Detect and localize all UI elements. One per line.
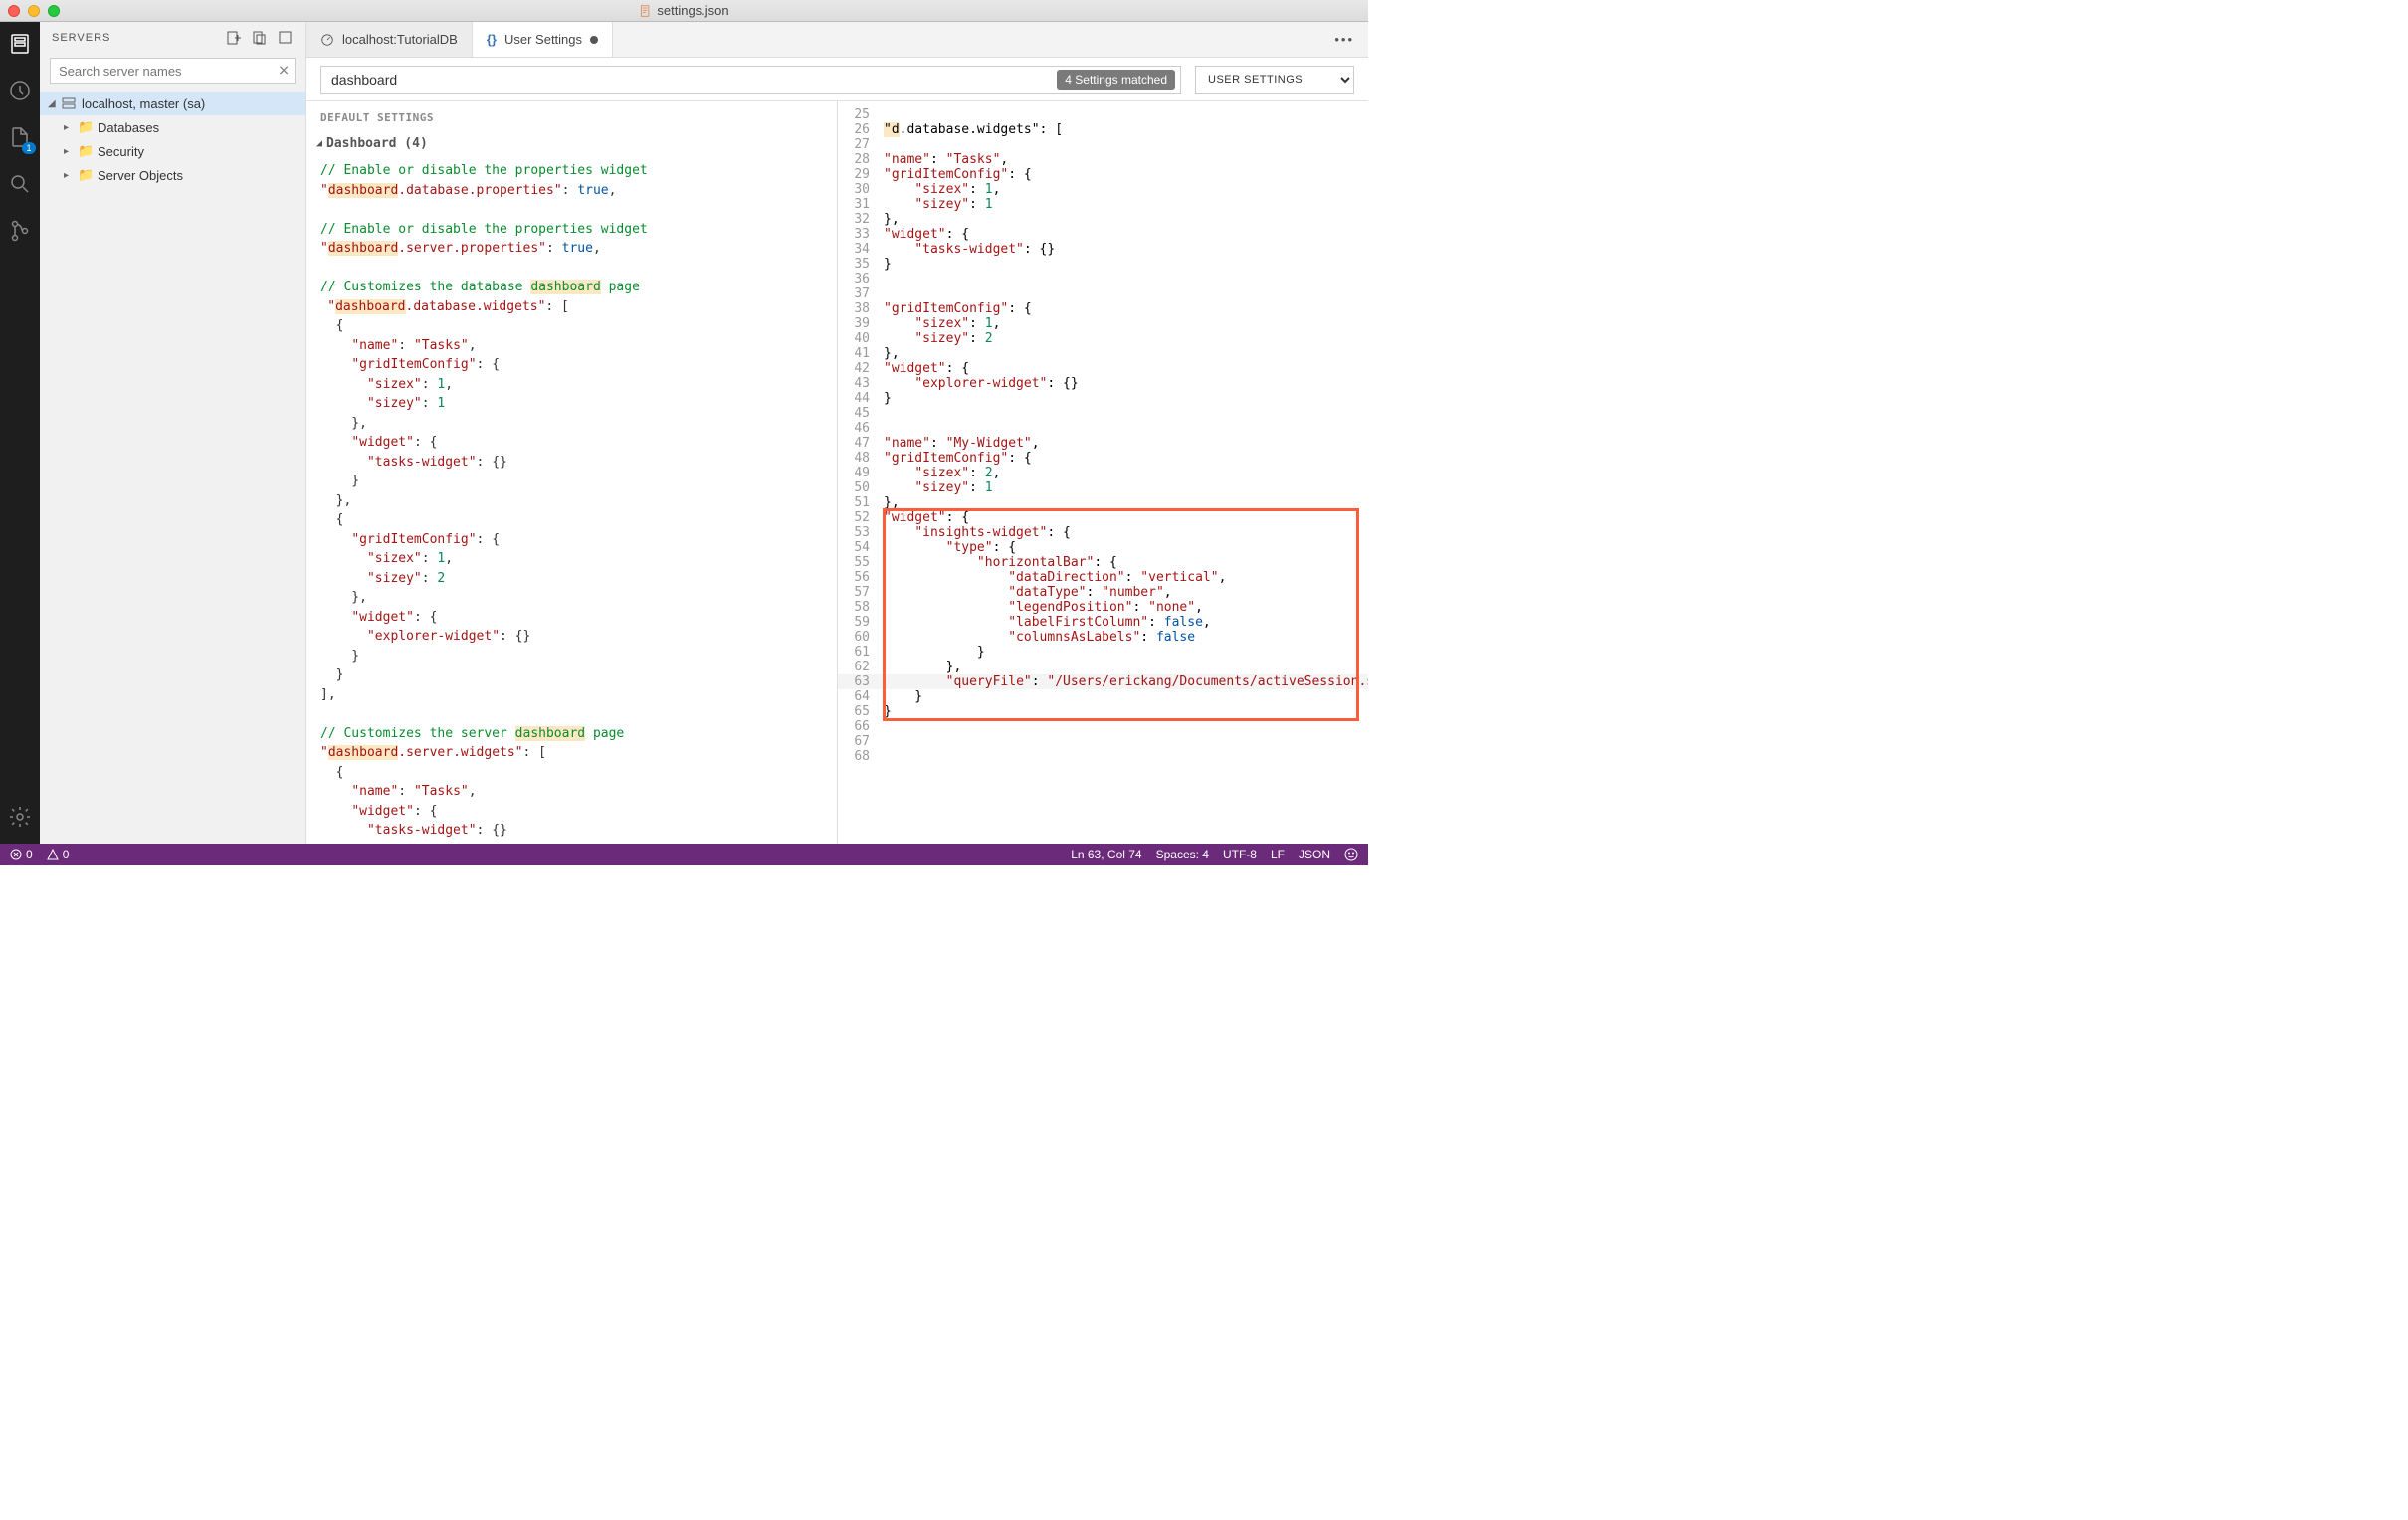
status-errors[interactable]: 0 [10,848,33,861]
tree-item-label: Databases [98,120,159,135]
status-cursor[interactable]: Ln 63, Col 74 [1071,848,1141,861]
user-settings-code[interactable]: 2526"d.database.widgets": [2728"name": "… [838,107,1368,764]
twisty-expanded-icon: ◢ [48,98,58,109]
window-minimize-button[interactable] [28,5,40,17]
tab-label: User Settings [504,32,582,47]
status-encoding[interactable]: UTF-8 [1223,848,1257,861]
collapse-all-icon[interactable] [278,30,294,46]
user-settings-pane[interactable]: 2526"d.database.widgets": [2728"name": "… [837,101,1368,844]
status-language[interactable]: JSON [1299,848,1330,861]
window-close-button[interactable] [8,5,20,17]
activity-servers-icon[interactable] [8,32,32,59]
sidebar-title: SERVERS [52,32,110,44]
section-dashboard[interactable]: ◢ Dashboard (4) [306,128,837,159]
activity-task-history-icon[interactable] [8,79,32,105]
tab-user-settings[interactable]: {} User Settings [473,22,613,57]
settings-search-input[interactable] [320,66,1181,94]
activity-settings-icon[interactable] [8,805,32,832]
new-connection-icon[interactable] [226,30,242,46]
tree-item-security[interactable]: ▸ Security [40,139,305,163]
tab-tutorialdb[interactable]: localhost:TutorialDB [306,22,473,57]
folder-icon [78,168,94,182]
sidebar: SERVERS ✕ ◢ localhost, master (sa) ▸ Dat… [40,22,306,844]
tree-item-databases[interactable]: ▸ Databases [40,115,305,139]
tabs-overflow-button[interactable]: ••• [1320,22,1368,57]
window-title-text: settings.json [657,3,728,18]
status-bar: 0 0 Ln 63, Col 74 Spaces: 4 UTF-8 LF JSO… [0,844,1368,865]
default-settings-pane[interactable]: DEFAULT SETTINGS ◢ Dashboard (4) // Enab… [306,101,837,844]
server-icon [62,96,78,110]
tree-item-label: Server Objects [98,168,183,183]
braces-icon: {} [487,32,497,47]
activity-search-icon[interactable] [8,172,32,199]
default-settings-code[interactable]: // Enable or disable the properties widg… [306,159,837,844]
window-zoom-button[interactable] [48,5,60,17]
status-spaces[interactable]: Spaces: 4 [1156,848,1209,861]
twisty-collapsed-icon: ▸ [64,122,74,133]
editor-tabs: localhost:TutorialDB {} User Settings ••… [306,22,1368,58]
status-eol[interactable]: LF [1271,848,1285,861]
new-group-icon[interactable] [252,30,268,46]
dashboard-icon [320,33,334,47]
tab-label: localhost:TutorialDB [342,32,458,47]
file-icon [639,5,651,17]
search-clear-icon[interactable]: ✕ [278,63,290,80]
twisty-collapsed-icon: ▸ [64,146,74,157]
section-label: Dashboard (4) [326,136,428,151]
server-search-input[interactable] [50,58,296,84]
folder-icon [78,144,94,158]
folder-icon [78,120,94,134]
settings-match-badge: 4 Settings matched [1057,70,1175,90]
tree-item-label: Security [98,144,144,159]
settings-scope-select[interactable]: USER SETTINGS [1195,66,1354,94]
tree-item-server-objects[interactable]: ▸ Server Objects [40,163,305,187]
explorer-badge: 1 [22,142,36,154]
tree-server-root[interactable]: ◢ localhost, master (sa) [40,92,305,115]
status-warnings[interactable]: 0 [47,848,70,861]
pane-header-default: DEFAULT SETTINGS [306,101,837,128]
twisty-collapsed-icon: ▸ [64,170,74,181]
tab-dirty-indicator [590,36,598,44]
activity-explorer-icon[interactable]: 1 [8,125,32,152]
window-titlebar: settings.json [0,0,1368,22]
tree-root-label: localhost, master (sa) [82,96,205,111]
status-feedback-icon[interactable] [1344,848,1358,861]
twisty-expanded-icon: ◢ [316,138,322,149]
activity-source-control-icon[interactable] [8,219,32,246]
activity-bar: 1 [0,22,40,844]
